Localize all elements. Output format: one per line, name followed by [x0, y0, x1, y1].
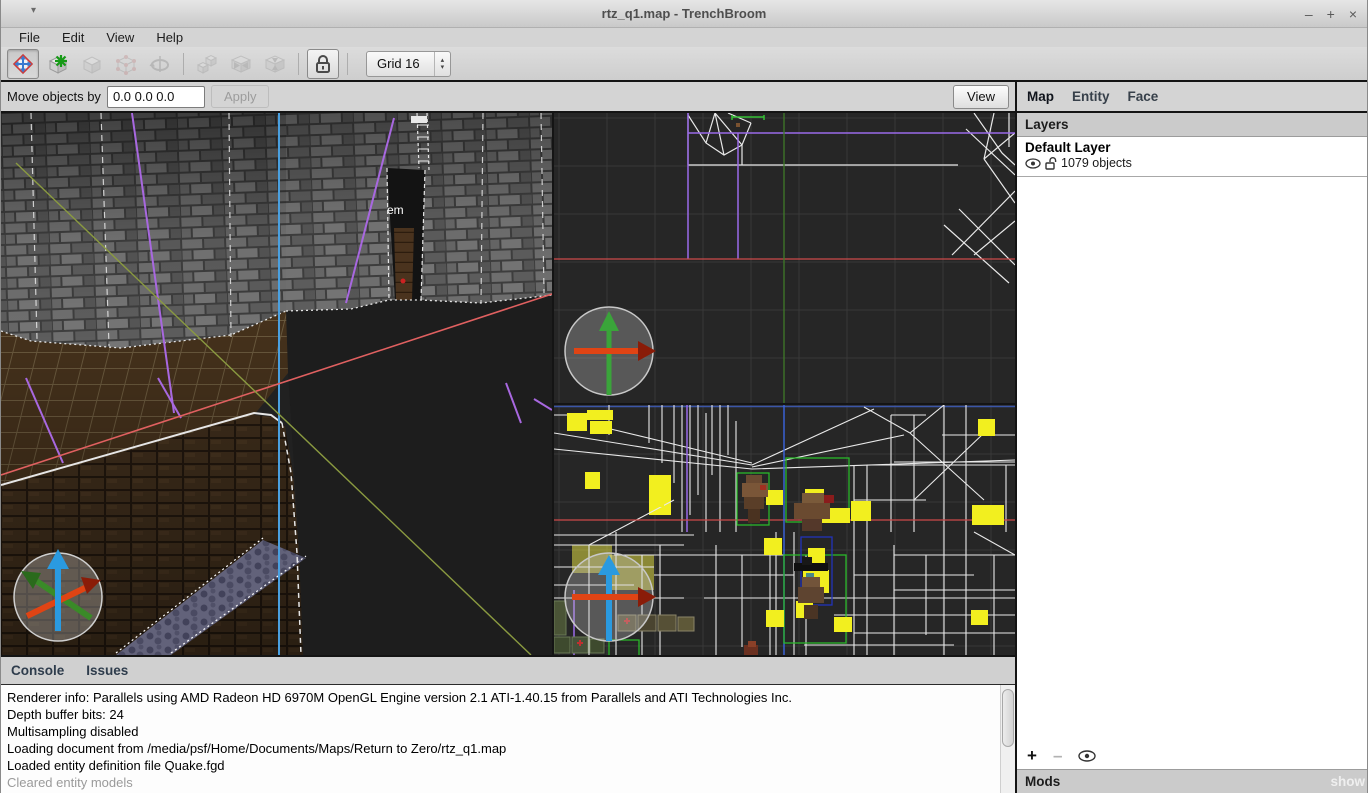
flip-horizontal-icon [228, 52, 254, 76]
log-line: Multisampling disabled [7, 723, 994, 740]
flip-vertically-button[interactable] [260, 50, 290, 78]
menu-bar: File Edit View Help [1, 28, 1367, 47]
log-line: Loading document from /media/psf/Home/Do… [7, 740, 994, 757]
flip-horizontally-button[interactable] [226, 50, 256, 78]
texture-lock-button[interactable] [307, 49, 339, 79]
white-marker [411, 116, 427, 123]
layer-name: Default Layer [1025, 140, 1359, 155]
viewport-3d[interactable]: em [1, 113, 554, 655]
toggle-visibility-button[interactable] [1078, 750, 1096, 762]
spin-down-icon[interactable]: ▾ [441, 64, 445, 71]
viewport-area: em [1, 113, 1015, 655]
menu-file[interactable]: File [9, 29, 50, 46]
tab-entity[interactable]: Entity [1072, 89, 1110, 104]
tab-console[interactable]: Console [11, 663, 64, 678]
grid-size-spinner[interactable]: Grid 16 ▴ ▾ [366, 51, 451, 77]
console-scrollbar[interactable] [1000, 685, 1015, 793]
maximize-icon[interactable]: + [1327, 7, 1335, 21]
console-panel: Console Issues Renderer info: Parallels … [1, 655, 1015, 793]
lock-icon [312, 53, 334, 75]
clip-tool-icon [80, 52, 104, 76]
log-line: Renderer info: Parallels using AMD Radeo… [7, 689, 994, 706]
add-layer-button[interactable]: + [1027, 748, 1037, 764]
move-objects-bar: Move objects by Apply View [1, 82, 1015, 113]
console-tab-bar: Console Issues [1, 657, 1015, 685]
window-title: rtz_q1.map - TrenchBroom [1, 6, 1367, 21]
title-bar[interactable]: ▾ rtz_q1.map - TrenchBroom – + × [1, 0, 1367, 28]
tab-face[interactable]: Face [1128, 89, 1159, 104]
toolbar-separator [347, 53, 348, 75]
duplicate-icon [194, 52, 220, 76]
trenchbroom-window: ▾ rtz_q1.map - TrenchBroom – + × File Ed… [0, 0, 1368, 793]
scrollbar-thumb[interactable] [1002, 689, 1014, 747]
toolbar: Grid 16 ▴ ▾ [1, 47, 1367, 82]
log-line: Cleared entity models [7, 774, 994, 791]
spin-up-icon[interactable]: ▴ [441, 57, 445, 64]
move-objects-input[interactable] [107, 86, 205, 108]
duplicate-objects-button[interactable] [192, 50, 222, 78]
rotate-tool-icon [148, 52, 172, 76]
mods-header: Mods show [1017, 769, 1367, 793]
selection-tool-button[interactable] [7, 49, 39, 79]
layer-object-count: 1079 objects [1061, 156, 1132, 170]
layer-row-default[interactable]: Default Layer 1079 objects [1017, 137, 1367, 177]
create-brush-tool-button[interactable] [43, 50, 73, 78]
close-icon[interactable]: × [1349, 7, 1357, 21]
spinner-arrows[interactable]: ▴ ▾ [434, 52, 451, 76]
move-objects-label: Move objects by [7, 89, 101, 104]
entity-classname-label: em [387, 203, 404, 217]
grid-size-label: Grid 16 [367, 56, 434, 71]
layer-list-empty[interactable] [1017, 177, 1367, 743]
window-menu-icon[interactable]: ▾ [31, 6, 36, 16]
inspector-panel: Map Entity Face Layers Default Layer [1015, 82, 1367, 793]
shadow-floor [286, 295, 552, 655]
rotate-tool-button[interactable] [145, 50, 175, 78]
viewport-2d-top[interactable] [554, 113, 1015, 405]
tab-issues[interactable]: Issues [86, 663, 128, 678]
vertex-tool-icon [114, 52, 138, 76]
remove-layer-button[interactable]: – [1053, 748, 1062, 764]
console-log[interactable]: Renderer info: Parallels using AMD Radeo… [1, 685, 1000, 793]
flip-vertical-icon [262, 52, 288, 76]
toolbar-separator [183, 53, 184, 75]
tab-map[interactable]: Map [1027, 89, 1054, 104]
menu-view[interactable]: View [96, 29, 144, 46]
toolbar-separator [298, 53, 299, 75]
menu-edit[interactable]: Edit [52, 29, 94, 46]
stone-wall-left [1, 113, 286, 348]
log-line: Loaded entity definition file Quake.fgd [7, 757, 994, 774]
small-entity-dot [736, 123, 740, 127]
vertex-tool-button[interactable] [111, 50, 141, 78]
menu-help[interactable]: Help [146, 29, 193, 46]
log-line: Depth buffer bits: 24 [7, 706, 994, 723]
viewport-2d-bottom[interactable] [554, 405, 1015, 655]
view-button[interactable]: View [953, 85, 1009, 109]
layer-controls: + – [1017, 743, 1367, 769]
layer-visible-eye-icon[interactable] [1025, 158, 1041, 169]
clip-tool-button[interactable] [77, 50, 107, 78]
layer-unlocked-icon[interactable] [1045, 157, 1057, 170]
inspector-tab-bar: Map Entity Face [1017, 82, 1367, 113]
create-brush-icon [46, 52, 70, 76]
apply-button[interactable]: Apply [211, 85, 270, 108]
minimize-icon[interactable]: – [1305, 7, 1313, 21]
mods-show-link[interactable]: show [1330, 774, 1365, 789]
layers-header: Layers [1017, 113, 1367, 137]
selection-tool-icon [12, 53, 34, 75]
